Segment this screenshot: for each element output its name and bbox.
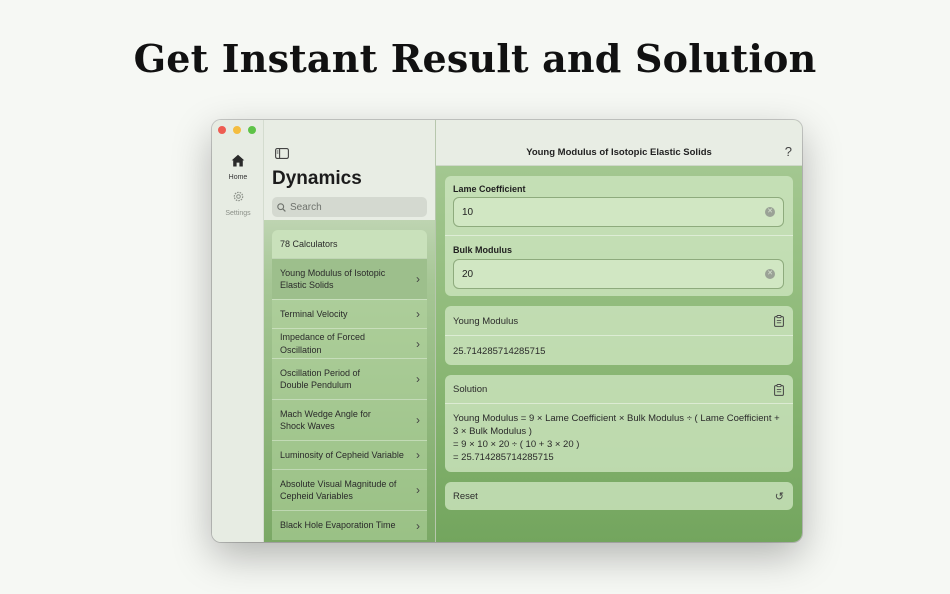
list-item-label-line1: Terminal Velocity bbox=[280, 308, 348, 319]
list-item[interactable]: Absolute Visual Magnitude of Cepheid Var… bbox=[272, 469, 427, 510]
list-item-label-line1: Oscillation Period of bbox=[280, 367, 361, 378]
divider bbox=[445, 403, 793, 404]
zoom-window-button[interactable] bbox=[248, 126, 256, 134]
bulk-modulus-value: 20 bbox=[462, 268, 474, 280]
sidebar-header: Dynamics Search bbox=[264, 120, 435, 220]
main-panel: Young Modulus of Isotopic Elastic Solids… bbox=[436, 120, 802, 542]
rail-settings-label: Settings bbox=[225, 210, 251, 217]
app-window: Home Settings Dynamics Search 78 Calcula… bbox=[212, 120, 802, 542]
lame-coefficient-value: 10 bbox=[462, 206, 474, 218]
sidebar-title: Dynamics bbox=[272, 168, 362, 189]
copy-solution-button[interactable] bbox=[774, 383, 784, 401]
bulk-modulus-label: Bulk Modulus bbox=[453, 245, 512, 255]
list-item[interactable]: Luminosity of Cepheid Variable › bbox=[272, 440, 427, 469]
home-icon bbox=[231, 154, 245, 167]
divider bbox=[445, 335, 793, 336]
list-item-label-line1: Absolute Visual Magnitude of bbox=[280, 478, 397, 489]
window-controls bbox=[218, 126, 256, 134]
list-item-label-line2: Double Pendulum bbox=[280, 380, 352, 390]
solution-card: Solution Young Modulus = 9 × Lame Coeffi… bbox=[445, 375, 793, 472]
clipboard-icon bbox=[774, 315, 784, 327]
result-label: Young Modulus bbox=[453, 316, 519, 327]
minimize-window-button[interactable] bbox=[233, 126, 241, 134]
list-item[interactable]: Impedance of Forced Oscillation › bbox=[272, 328, 427, 358]
chevron-right-icon: › bbox=[416, 336, 420, 351]
divider bbox=[445, 235, 793, 236]
chevron-right-icon: › bbox=[416, 306, 420, 321]
chevron-right-icon: › bbox=[416, 482, 420, 497]
solution-formula: Young Modulus = 9 × Lame Coefficient × B… bbox=[453, 412, 785, 464]
chevron-right-icon: › bbox=[416, 518, 420, 533]
page-title: Young Modulus of Isotopic Elastic Solids bbox=[526, 147, 712, 158]
list-item-label-line1: Young Modulus of Isotopic bbox=[280, 267, 386, 278]
reset-label: Reset bbox=[453, 491, 478, 502]
bulk-modulus-field[interactable]: 20 ✕ bbox=[453, 259, 784, 289]
list-item-label-line2: Shock Waves bbox=[280, 421, 335, 431]
list-item-label-line1: Impedance of Forced Oscillation bbox=[280, 332, 366, 355]
solution-line: Young Modulus = 9 × Lame Coefficient × B… bbox=[453, 413, 780, 437]
list-item-label-line1: Black Hole Evaporation Time bbox=[280, 520, 396, 531]
list-item-label-line1: Luminosity of Cepheid Variable bbox=[280, 449, 404, 460]
list-item-label-line2: Cepheid Variables bbox=[280, 491, 353, 501]
clear-icon[interactable]: ✕ bbox=[765, 207, 775, 217]
calculator-list: 78 Calculators Young Modulus of Isotopic… bbox=[272, 230, 427, 542]
nav-rail: Home Settings bbox=[212, 120, 264, 542]
inputs-card: Lame Coefficient 10 ✕ Bulk Modulus 20 ✕ bbox=[445, 176, 793, 296]
chevron-right-icon: › bbox=[416, 271, 420, 286]
solution-line: = 9 × 10 × 20 ÷ ( 10 + 3 × 20 ) bbox=[453, 439, 580, 450]
sidebar: Dynamics Search 78 Calculators Young Mod… bbox=[264, 120, 436, 542]
list-item[interactable]: Black Hole Evaporation Time › bbox=[272, 510, 427, 540]
clear-icon[interactable]: ✕ bbox=[765, 269, 775, 279]
sidebar-toggle-button[interactable] bbox=[275, 146, 289, 164]
headline: Get Instant Result and Solution bbox=[133, 36, 817, 81]
rail-item-settings[interactable]: Settings bbox=[212, 190, 264, 217]
list-item[interactable]: Young Modulus of Isotopic Elastic Solids… bbox=[272, 258, 427, 299]
list-item[interactable]: Terminal Velocity › bbox=[272, 299, 427, 328]
gear-icon bbox=[233, 191, 243, 202]
search-icon bbox=[277, 202, 286, 212]
search-placeholder: Search bbox=[290, 201, 322, 213]
calculator-count: 78 Calculators bbox=[272, 230, 427, 258]
sidebar-toggle-icon bbox=[275, 148, 289, 159]
search-input[interactable]: Search bbox=[272, 197, 427, 217]
reset-icon: ↺ bbox=[774, 491, 784, 503]
list-item-label-line1: Mach Wedge Angle for bbox=[280, 408, 371, 419]
chevron-right-icon: › bbox=[416, 447, 420, 462]
solution-label: Solution bbox=[453, 384, 488, 395]
list-item-label-line2: Elastic Solids bbox=[280, 280, 334, 290]
help-button[interactable]: ? bbox=[785, 144, 792, 159]
list-item[interactable]: Oscillation Period of Double Pendulum › bbox=[272, 358, 427, 399]
lame-coefficient-field[interactable]: 10 ✕ bbox=[453, 197, 784, 227]
main-header: Young Modulus of Isotopic Elastic Solids… bbox=[436, 120, 802, 166]
reset-button[interactable]: Reset ↺ bbox=[445, 482, 793, 510]
result-value: 25.714285714285715 bbox=[453, 346, 546, 357]
rail-item-home[interactable]: Home bbox=[212, 154, 264, 181]
solution-line: = 25.714285714285715 bbox=[453, 452, 554, 463]
lame-coefficient-label: Lame Coefficient bbox=[453, 184, 526, 194]
clipboard-icon bbox=[774, 384, 784, 396]
result-card: Young Modulus 25.714285714285715 bbox=[445, 306, 793, 365]
chevron-right-icon: › bbox=[416, 412, 420, 427]
list-item[interactable]: Mach Wedge Angle for Shock Waves › bbox=[272, 399, 427, 440]
close-window-button[interactable] bbox=[218, 126, 226, 134]
rail-home-label: Home bbox=[228, 174, 248, 181]
chevron-right-icon: › bbox=[416, 371, 420, 386]
copy-result-button[interactable] bbox=[774, 314, 784, 332]
